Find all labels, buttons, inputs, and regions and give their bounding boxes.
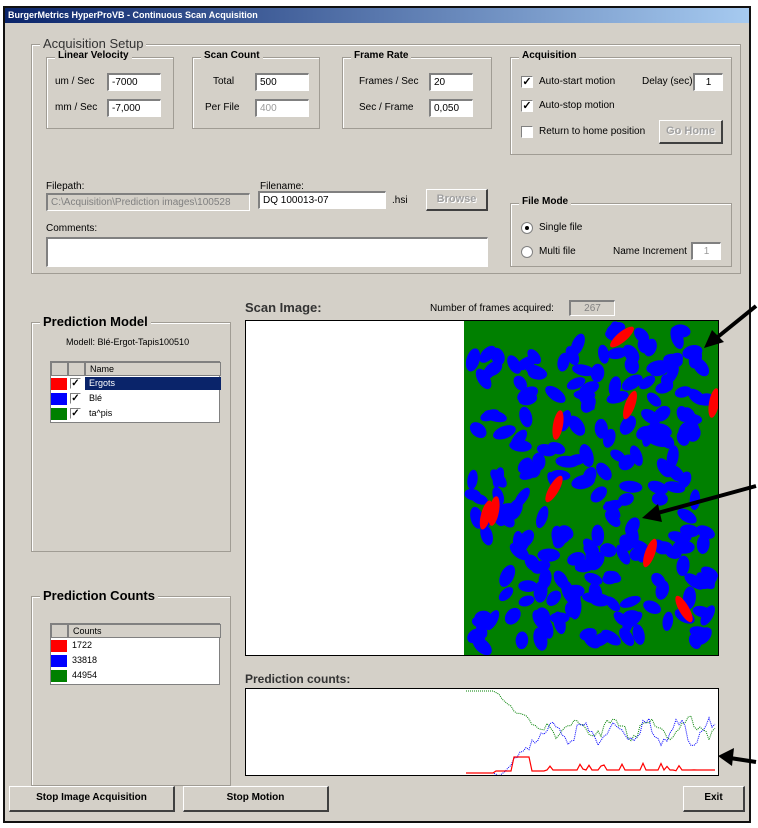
annotation-arrows: [642, 304, 758, 766]
screenshot-frame: BurgerMetrics HyperProVB - Continuous Sc…: [0, 0, 758, 828]
